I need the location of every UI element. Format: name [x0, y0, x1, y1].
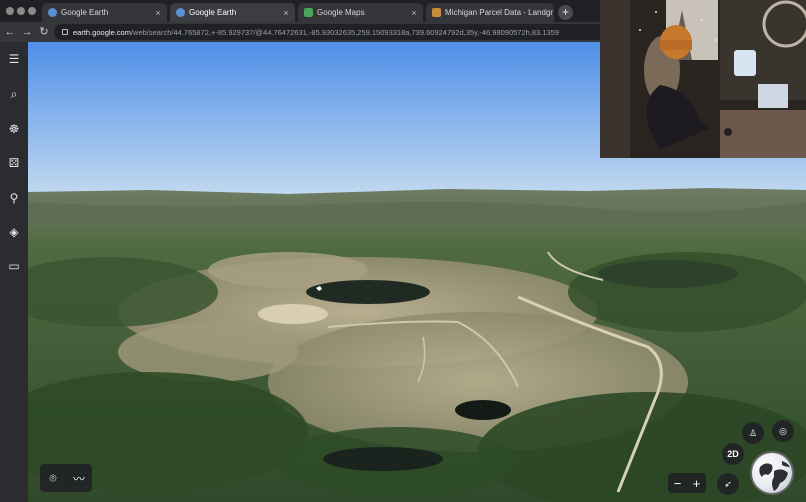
feeling-lucky-icon[interactable]: ⚄ [5, 154, 23, 172]
parcel-favicon-icon [432, 8, 441, 17]
webcam-scene [600, 0, 806, 158]
zoom-out-button[interactable]: − [674, 476, 682, 491]
zoom-controls: − + [668, 473, 706, 493]
view-2d-button[interactable]: 2D [722, 443, 744, 465]
tab-michigan-parcel-data[interactable]: Michigan Parcel Data - Landgr [426, 3, 554, 22]
path-icon[interactable]: 〰 [70, 470, 88, 487]
address-bar[interactable]: earth.google.com/web/search/44.765872,+-… [54, 24, 614, 40]
tab-google-earth-2[interactable]: Google Earth × [170, 3, 295, 22]
maps-favicon-icon [304, 8, 313, 17]
projects-icon[interactable]: ⚲ [5, 189, 23, 207]
map-tools-box: ⌾ 〰 [40, 464, 92, 492]
map-style-icon[interactable]: ◈ [5, 223, 23, 241]
close-tab-icon[interactable]: × [153, 8, 163, 18]
earth-favicon-icon [176, 8, 185, 17]
close-tab-icon[interactable]: × [281, 8, 291, 18]
globe-navigator-icon[interactable] [750, 451, 794, 495]
reload-icon[interactable]: ↻ [37, 25, 51, 39]
menu-icon[interactable]: ☰ [5, 50, 23, 68]
tab-google-earth-1[interactable]: Google Earth × [42, 3, 167, 22]
my-location-icon[interactable]: ◎ [772, 420, 794, 442]
search-icon[interactable]: ⌕ [5, 85, 23, 103]
pin-icon[interactable]: ⌾ [44, 471, 62, 486]
url-path: /web/search/44.765872,+-85.929737/@44.76… [130, 27, 560, 37]
voyager-icon[interactable]: ☸ [5, 120, 23, 138]
tab-google-maps[interactable]: Google Maps × [298, 3, 423, 22]
earth-favicon-icon [48, 8, 57, 17]
screen: Google Earth × Google Earth × Google Map… [0, 0, 806, 502]
new-tab-button[interactable]: + [558, 5, 573, 20]
forward-arrow-icon[interactable]: → [20, 25, 34, 39]
minimize-window-button[interactable] [17, 7, 25, 15]
webcam-overlay [600, 0, 806, 158]
pegman-icon[interactable]: ♙ [742, 422, 764, 444]
earth-sidebar: ☰ ⌕ ☸ ⚄ ⚲ ◈ ▭ [0, 42, 28, 502]
back-arrow-icon[interactable]: ← [3, 25, 17, 39]
measure-icon[interactable]: ▭ [5, 257, 23, 275]
close-window-button[interactable] [6, 7, 14, 15]
compass-icon[interactable]: ➶ [717, 473, 739, 495]
url-host: earth.google.com [73, 27, 131, 37]
maximize-window-button[interactable] [28, 7, 36, 15]
lock-icon [62, 29, 68, 35]
close-tab-icon[interactable]: × [409, 8, 419, 18]
zoom-in-button[interactable]: + [693, 476, 701, 491]
